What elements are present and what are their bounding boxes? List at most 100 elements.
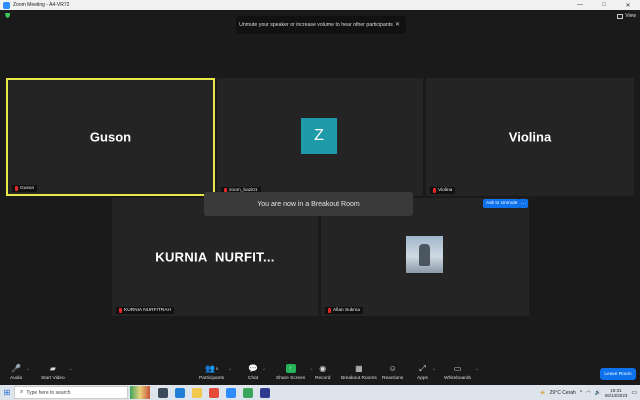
apps-label: Apps xyxy=(417,376,428,381)
participant-name: Allan Sukma xyxy=(333,308,360,313)
chat-icon: 💬 xyxy=(248,364,259,373)
zoom-app-icon xyxy=(3,1,10,9)
file-explorer-icon[interactable] xyxy=(192,387,202,398)
chevron-up-icon[interactable]: ^ xyxy=(433,367,435,372)
taskbar-apps xyxy=(158,387,270,398)
record-button[interactable]: ◉ Record xyxy=(315,364,330,381)
participant-name-label: KURNIA NURFITRAH xyxy=(116,307,174,314)
reactions-label: Reactions xyxy=(382,376,404,381)
whiteboards-label: Whiteboards xyxy=(444,376,471,381)
more-options-button[interactable]: ··· xyxy=(519,199,528,208)
participants-icon: 👥 5 xyxy=(204,364,219,373)
grid-view-icon xyxy=(617,13,624,19)
reactions-icon: ☺ xyxy=(388,364,397,373)
share-screen-button[interactable]: ↑ Share Screen ^ xyxy=(276,364,312,381)
clock-date: 06/13/2023 xyxy=(604,392,628,398)
taskbar-clock[interactable]: 19:31 06/13/2023 xyxy=(605,388,628,398)
share-screen-icon: ↑ xyxy=(285,364,296,373)
view-label: View xyxy=(625,13,636,19)
whiteboards-button[interactable]: ▭ Whiteboards ^ xyxy=(444,364,478,381)
ask-to-unmute-button[interactable]: Ask to Unmute xyxy=(483,199,521,208)
task-view-icon[interactable] xyxy=(158,387,168,398)
start-video-label: Start Video xyxy=(41,376,65,381)
leave-room-button[interactable]: Leave Room xyxy=(600,368,636,380)
minimize-button[interactable]: — xyxy=(568,0,592,10)
mic-muted-icon xyxy=(119,308,122,313)
profile-photo-figure xyxy=(419,244,430,266)
share-screen-label: Share Screen xyxy=(276,376,306,381)
zoom-window: Zoom Meeting - A4-VR72 — □ ✕ ⛊ View Unmu… xyxy=(0,0,640,400)
avatar: Z xyxy=(301,118,337,154)
system-tray: ☀ 29°C Cerah ^ ◠ 🔊 19:31 06/13/2023 ▭ xyxy=(539,385,640,400)
windows-taskbar: ⊞ ⌕ Type here to search ☀ 29°C Cerah ^ ◠… xyxy=(0,385,640,400)
reactions-button[interactable]: ☺ Reactions xyxy=(382,364,403,381)
close-notification-icon[interactable]: ✕ xyxy=(395,21,400,28)
chevron-up-icon[interactable]: ^ xyxy=(27,367,29,372)
view-button[interactable]: View xyxy=(617,12,636,20)
audio-notification-text: Unmute your speaker or increase volume t… xyxy=(239,22,393,28)
weather-text[interactable]: 29°C Cerah xyxy=(550,390,576,396)
tray-chevron-icon[interactable]: ^ xyxy=(580,390,582,396)
search-icon: ⌕ xyxy=(20,389,24,395)
avatar xyxy=(406,236,443,273)
title-bar: Zoom Meeting - A4-VR72 — □ ✕ xyxy=(0,0,640,10)
participant-name: Guson xyxy=(20,186,35,191)
chevron-up-icon[interactable]: ^ xyxy=(476,367,478,372)
notification-icon[interactable]: ▭ xyxy=(631,389,637,396)
maximize-button[interactable]: □ xyxy=(592,0,616,10)
window-title: Zoom Meeting - A4-VR72 xyxy=(13,2,70,8)
volume-icon[interactable]: 🔊 xyxy=(595,390,601,396)
zoom-taskbar-icon[interactable] xyxy=(226,387,236,398)
participant-tile-zoom-bazi[interactable]: Z zoom_bazi01 xyxy=(217,78,423,196)
windows-start-icon[interactable]: ⊞ xyxy=(0,385,14,400)
chevron-up-icon[interactable]: ^ xyxy=(70,367,72,372)
chat-button[interactable]: 💬 Chat ^ xyxy=(248,364,265,381)
participant-name: Violina xyxy=(438,188,453,193)
breakout-room-banner: You are now in a Breakout Room xyxy=(204,192,413,216)
participants-label: Participants xyxy=(199,376,225,381)
meeting-toolbar: 🎤 Audio ^ ▰ Start Video ^ 👥 5 Participant… xyxy=(0,362,640,385)
participant-name-label: Allan Sukma xyxy=(325,307,363,314)
security-shield-icon[interactable]: ⛊ xyxy=(5,13,12,21)
chrome-profile-icon[interactable] xyxy=(243,387,253,398)
participants-button[interactable]: 👥 5 Participants ^ xyxy=(199,364,231,381)
whiteboard-icon: ▭ xyxy=(453,364,462,373)
video-off-icon: ▰ xyxy=(49,364,56,373)
chevron-up-icon[interactable]: ^ xyxy=(310,367,312,372)
chrome-icon[interactable] xyxy=(209,387,219,398)
weather-sun-icon: ☀ xyxy=(539,389,546,397)
audio-button[interactable]: 🎤 Audio ^ xyxy=(10,364,29,381)
taskbar-search-input[interactable]: ⌕ Type here to search xyxy=(14,386,128,399)
participant-name-label: Violina xyxy=(430,187,456,194)
record-icon: ◉ xyxy=(319,364,327,373)
participant-tile-guson[interactable]: Guson Guson xyxy=(6,78,215,196)
network-icon[interactable]: ◠ xyxy=(586,390,590,396)
window-controls: — □ ✕ xyxy=(568,0,640,10)
search-highlight-image xyxy=(130,386,150,399)
edge-icon[interactable] xyxy=(175,387,185,398)
breakout-rooms-button[interactable]: ▦ Breakout Rooms xyxy=(341,364,377,381)
breakout-rooms-icon: ▦ xyxy=(355,364,363,373)
chevron-up-icon[interactable]: ^ xyxy=(263,367,265,372)
apps-button[interactable]: ⤢ Apps ^ xyxy=(417,363,435,382)
participant-name: KURNIA NURFITRAH xyxy=(124,308,171,313)
record-label: Record xyxy=(315,376,331,381)
mic-muted-icon xyxy=(328,308,331,313)
participant-display-name: Guson xyxy=(89,129,132,145)
participant-tile-violina[interactable]: Violina Violina xyxy=(426,78,634,196)
mic-muted-icon xyxy=(433,188,436,193)
audio-label: Audio xyxy=(10,376,23,381)
chat-label: Chat xyxy=(248,376,259,381)
close-window-button[interactable]: ✕ xyxy=(616,0,640,10)
participants-count: 5 xyxy=(215,366,219,371)
participant-name-label: Guson xyxy=(12,185,38,192)
microphone-muted-icon: 🎤 xyxy=(11,364,22,373)
app-icon[interactable] xyxy=(260,387,270,398)
taskbar-search-placeholder: Type here to search xyxy=(26,389,71,396)
start-video-button[interactable]: ▰ Start Video ^ xyxy=(41,364,72,381)
apps-icon: ⤢ xyxy=(419,363,426,373)
participant-display-name: KURNIA NURFIT... xyxy=(155,249,275,265)
chevron-up-icon[interactable]: ^ xyxy=(229,367,231,372)
audio-notification: Unmute your speaker or increase volume t… xyxy=(236,16,406,34)
mic-muted-icon xyxy=(15,186,18,191)
